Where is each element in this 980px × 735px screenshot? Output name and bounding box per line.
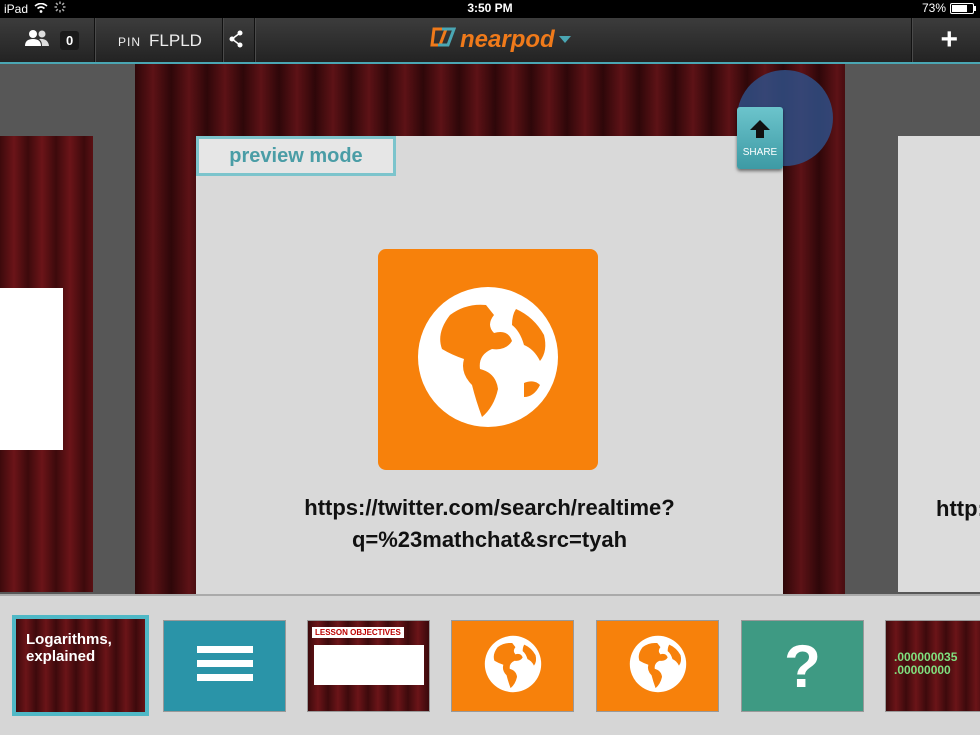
slide-stage: http: preview mode SHARE https://twitter… [0, 64, 980, 594]
globe-icon [629, 635, 687, 698]
brand-name: nearpod [460, 25, 555, 53]
share-label: SHARE [742, 147, 778, 158]
arrow-up-icon [749, 118, 771, 145]
share-icon [228, 30, 244, 52]
url-line-2: q=%23mathchat&src=tyah [351, 527, 628, 552]
battery-icon [950, 2, 976, 14]
slide-thumbnail[interactable]: Logarithms, explained [12, 615, 149, 716]
clock: 3:50 PM [467, 1, 513, 15]
thumbnail-text-box [314, 645, 424, 685]
session-pin: PIN FLPLD [118, 31, 202, 51]
thumbnail-title: LESSON OBJECTIVES [312, 627, 404, 638]
next-slide-url-peek: http: [936, 496, 980, 521]
url-line-1: https://twitter.com/search/realtime? [304, 495, 675, 520]
slide-thumbnail[interactable] [596, 620, 719, 712]
slide-thumbnail[interactable]: ? [741, 620, 864, 712]
slide-thumbnail[interactable] [451, 620, 574, 712]
nearpod-logo-menu[interactable]: nearpod [430, 25, 571, 54]
nearpod-logo-icon [430, 25, 457, 54]
slide-thumbnail[interactable]: .000000035 .00000000 [885, 620, 980, 712]
users-icon [24, 29, 50, 52]
slide-thumbnail[interactable] [163, 620, 286, 712]
slide-filmstrip: Logarithms, explained LESSON OBJECTIVES … [0, 594, 980, 735]
slide-paper [0, 288, 63, 450]
share-pin-button[interactable] [228, 30, 244, 53]
globe-icon [484, 635, 542, 698]
preview-mode-label: preview mode [196, 136, 396, 176]
participants-button[interactable]: 0 [24, 29, 80, 52]
menu-icon [196, 644, 253, 689]
globe-icon [416, 285, 560, 434]
thumbnail-digits: .000000035 .00000000 [894, 650, 958, 677]
pin-code: FLPLD [149, 31, 202, 50]
question-mark: ? [784, 632, 821, 700]
share-button[interactable]: SHARE [737, 107, 783, 169]
web-link-url[interactable]: https://twitter.com/search/realtime? q=%… [196, 492, 783, 556]
web-link-tile[interactable] [378, 249, 598, 470]
top-toolbar: 0 PIN FLPLD nearpod + [0, 18, 980, 64]
participant-count: 0 [60, 31, 80, 50]
chevron-down-icon [558, 31, 571, 49]
thumbnail-title: Logarithms, explained [26, 631, 112, 665]
toolbar-divider [222, 18, 224, 62]
thumbnail-title-line: Logarithms, [26, 631, 112, 648]
next-slide[interactable]: http: [898, 136, 980, 592]
battery-percent: 73% [921, 1, 946, 15]
plus-icon: + [940, 23, 958, 56]
add-button[interactable]: + [940, 23, 958, 57]
status-bar: iPad 3:50 PM 73% [0, 0, 980, 18]
toolbar-divider [94, 18, 96, 62]
pin-label: PIN [118, 35, 142, 49]
slide-thumbnail[interactable]: LESSON OBJECTIVES [307, 620, 430, 712]
toolbar-divider [254, 18, 256, 62]
previous-slide[interactable] [0, 136, 93, 592]
thumbnail-title-line: explained [26, 648, 96, 665]
toolbar-divider [911, 18, 913, 62]
